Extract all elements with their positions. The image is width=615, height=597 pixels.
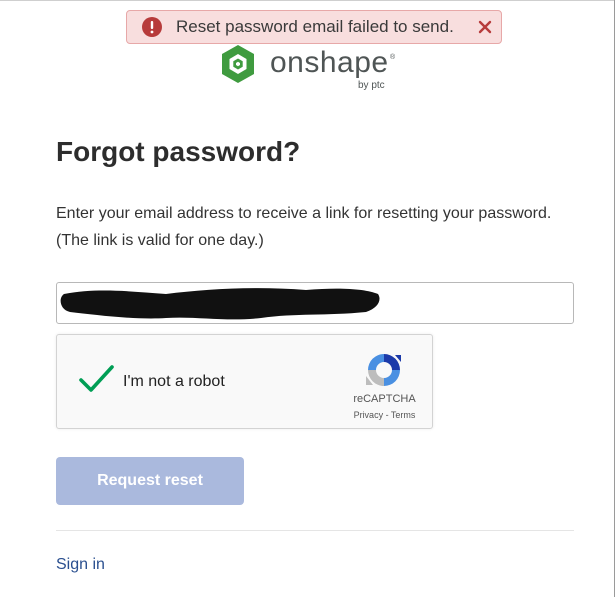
page-description: Enter your email address to receive a li…: [56, 205, 552, 249]
close-icon[interactable]: [475, 17, 495, 37]
link-separator: -: [383, 410, 391, 420]
terms-link[interactable]: Terms: [391, 410, 416, 420]
recaptcha-label: I'm not a robot: [123, 373, 225, 390]
checkmark-icon[interactable]: [78, 363, 114, 395]
redaction-mark: [60, 288, 380, 320]
recaptcha-logo-icon: [366, 354, 401, 386]
brand-wordmark: onshape: [270, 46, 389, 79]
sign-in-link[interactable]: Sign in: [56, 556, 105, 574]
error-icon: [142, 17, 162, 37]
toast-message: Reset password email failed to send.: [176, 17, 454, 36]
brand-tagline: by ptc: [358, 80, 385, 91]
onshape-logo-icon: [222, 45, 254, 83]
privacy-link[interactable]: Privacy: [354, 410, 384, 420]
top-border: [0, 0, 615, 1]
brand-logo: onshape ® by ptc: [218, 44, 408, 91]
recaptcha-links: Privacy - Terms: [337, 410, 432, 420]
recaptcha-brand: reCAPTCHA: [353, 393, 416, 405]
registered-mark: ®: [390, 54, 396, 61]
recaptcha-widget: I'm not a robot reCAPTCHA Privacy - Term…: [56, 334, 433, 429]
page-title: Forgot password?: [56, 136, 301, 167]
request-reset-button[interactable]: Request reset: [56, 457, 244, 505]
error-toast: Reset password email failed to send.: [126, 10, 502, 44]
divider: [56, 530, 574, 531]
